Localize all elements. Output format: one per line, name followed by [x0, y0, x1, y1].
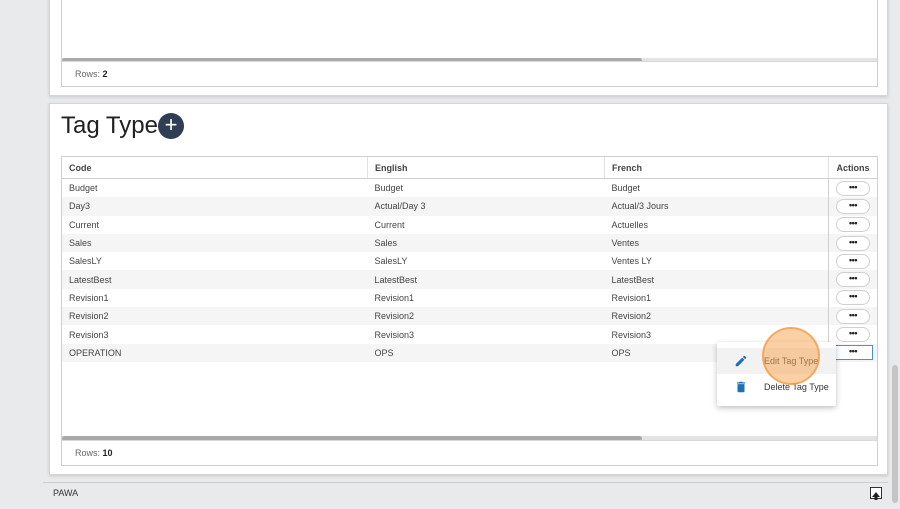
actions-context-menu: Edit Tag Type Delete Tag Type — [717, 342, 836, 406]
previous-grid-panel: Rows: 2 — [49, 0, 888, 96]
table-row: Revision1 Revision1 Revision1 ••• — [62, 288, 877, 308]
row-actions-button[interactable]: ••• — [833, 345, 873, 361]
cell-code: Current — [69, 219, 100, 230]
tag-type-grid: Code English French Actions Budget Budget… — [61, 156, 878, 466]
column-header-french[interactable]: French — [604, 157, 829, 179]
add-tag-type-button[interactable]: + — [158, 113, 184, 139]
row-actions-button[interactable]: ••• — [836, 180, 870, 196]
cell-french: Ventes — [604, 233, 829, 253]
table-row: Current Current Actuelles ••• — [62, 215, 877, 234]
column-header-code[interactable]: Code — [62, 157, 368, 179]
cell-actions: ••• — [828, 252, 877, 271]
cell-english: Revision3 — [374, 329, 415, 340]
cell-actions: ••• — [828, 233, 877, 253]
cell-actions: ••• — [828, 178, 877, 198]
trash-icon — [736, 381, 746, 393]
app-name: PAWA — [53, 488, 79, 498]
cell-code: Revision1 — [69, 292, 109, 303]
cell-code: Revision2 — [62, 307, 368, 326]
cell-french: Revision1 — [611, 292, 652, 303]
delete-tag-type-menu-item[interactable]: Delete Tag Type — [717, 374, 836, 400]
cell-actions: ••• — [828, 325, 877, 344]
rows-label: Rows: — [75, 69, 101, 79]
cell-english: Budget — [374, 183, 404, 194]
rows-count: 10 — [102, 448, 113, 458]
plus-icon: + — [164, 112, 178, 137]
cell-actions: ••• — [828, 215, 877, 234]
table-row: Revision2 Revision2 Revision2 ••• — [62, 307, 877, 326]
menu-item-label: Delete Tag Type — [764, 382, 829, 392]
cell-french: LatestBest — [604, 270, 829, 289]
column-header-actions: Actions — [828, 157, 877, 179]
cell-french: Budget — [611, 183, 641, 194]
table-row: Budget Budget Budget ••• — [62, 178, 877, 198]
page-vertical-scrollbar[interactable] — [892, 365, 898, 503]
row-actions-button[interactable]: ••• — [836, 272, 870, 288]
rows-label: Rows: — [75, 448, 101, 458]
page-title: Tag Type — [61, 112, 158, 139]
cell-code: Sales — [62, 233, 368, 253]
left-gutter — [0, 0, 43, 503]
cell-french: Actual/3 Jours — [604, 197, 829, 216]
cell-code: Day3 — [62, 197, 368, 216]
cell-english: LatestBest — [367, 270, 605, 289]
table-row: Day3 Actual/Day 3 Actual/3 Jours ••• — [62, 197, 877, 216]
tag-type-panel: Tag Type + Code English French Actions B… — [49, 103, 888, 475]
row-actions-button[interactable]: ••• — [836, 198, 870, 214]
cell-french: Ventes LY — [611, 256, 652, 267]
cell-english: OPS — [367, 343, 605, 362]
cell-english: Sales — [367, 233, 605, 253]
table-row: Sales Sales Ventes ••• — [62, 233, 877, 253]
cell-code: LatestBest — [62, 270, 368, 289]
rows-count: 2 — [102, 69, 108, 79]
previous-grid: Rows: 2 — [61, 0, 878, 87]
rows-count-bar: Rows: 2 — [62, 61, 877, 86]
rows-count-bar: Rows: 10 — [62, 440, 877, 465]
table-row: LatestBest LatestBest LatestBest ••• — [62, 270, 877, 289]
cell-code: Revision3 — [69, 329, 109, 340]
row-actions-button[interactable]: ••• — [836, 308, 870, 324]
column-header-english[interactable]: English — [367, 157, 605, 179]
scroll-to-top-button[interactable] — [870, 487, 882, 500]
cell-code: SalesLY — [69, 256, 102, 267]
cell-french: Revision3 — [611, 329, 652, 340]
tag-type-table: Code English French Actions Budget Budget… — [62, 157, 877, 362]
menu-item-label: Edit Tag Type — [764, 356, 819, 366]
cell-english: Revision1 — [374, 292, 415, 303]
cell-french: Actuelles — [611, 219, 649, 230]
row-actions-button[interactable]: ••• — [836, 290, 870, 306]
row-actions-button[interactable]: ••• — [836, 327, 870, 343]
cell-french: Revision2 — [604, 307, 829, 326]
cell-code: OPERATION — [62, 343, 368, 362]
pencil-icon — [735, 355, 747, 367]
table-row: Revision3 Revision3 Revision3 ••• — [62, 325, 877, 344]
arrow-up-icon — [872, 492, 880, 500]
row-actions-button[interactable]: ••• — [836, 235, 870, 251]
cell-actions: ••• — [828, 197, 877, 216]
cell-actions: ••• — [828, 288, 877, 308]
row-actions-button[interactable]: ••• — [836, 253, 870, 269]
row-actions-button[interactable]: ••• — [836, 217, 870, 233]
cell-actions: ••• — [828, 307, 877, 326]
edit-tag-type-menu-item[interactable]: Edit Tag Type — [717, 348, 836, 374]
table-row: SalesLY SalesLY Ventes LY ••• — [62, 252, 877, 271]
cell-english: Revision2 — [367, 307, 605, 326]
cell-actions: ••• — [828, 270, 877, 289]
app-footer: PAWA — [43, 482, 888, 503]
cell-english: Current — [374, 219, 405, 230]
cell-english: SalesLY — [374, 256, 408, 267]
cell-code: Budget — [69, 183, 98, 194]
cell-english: Actual/Day 3 — [367, 197, 605, 216]
